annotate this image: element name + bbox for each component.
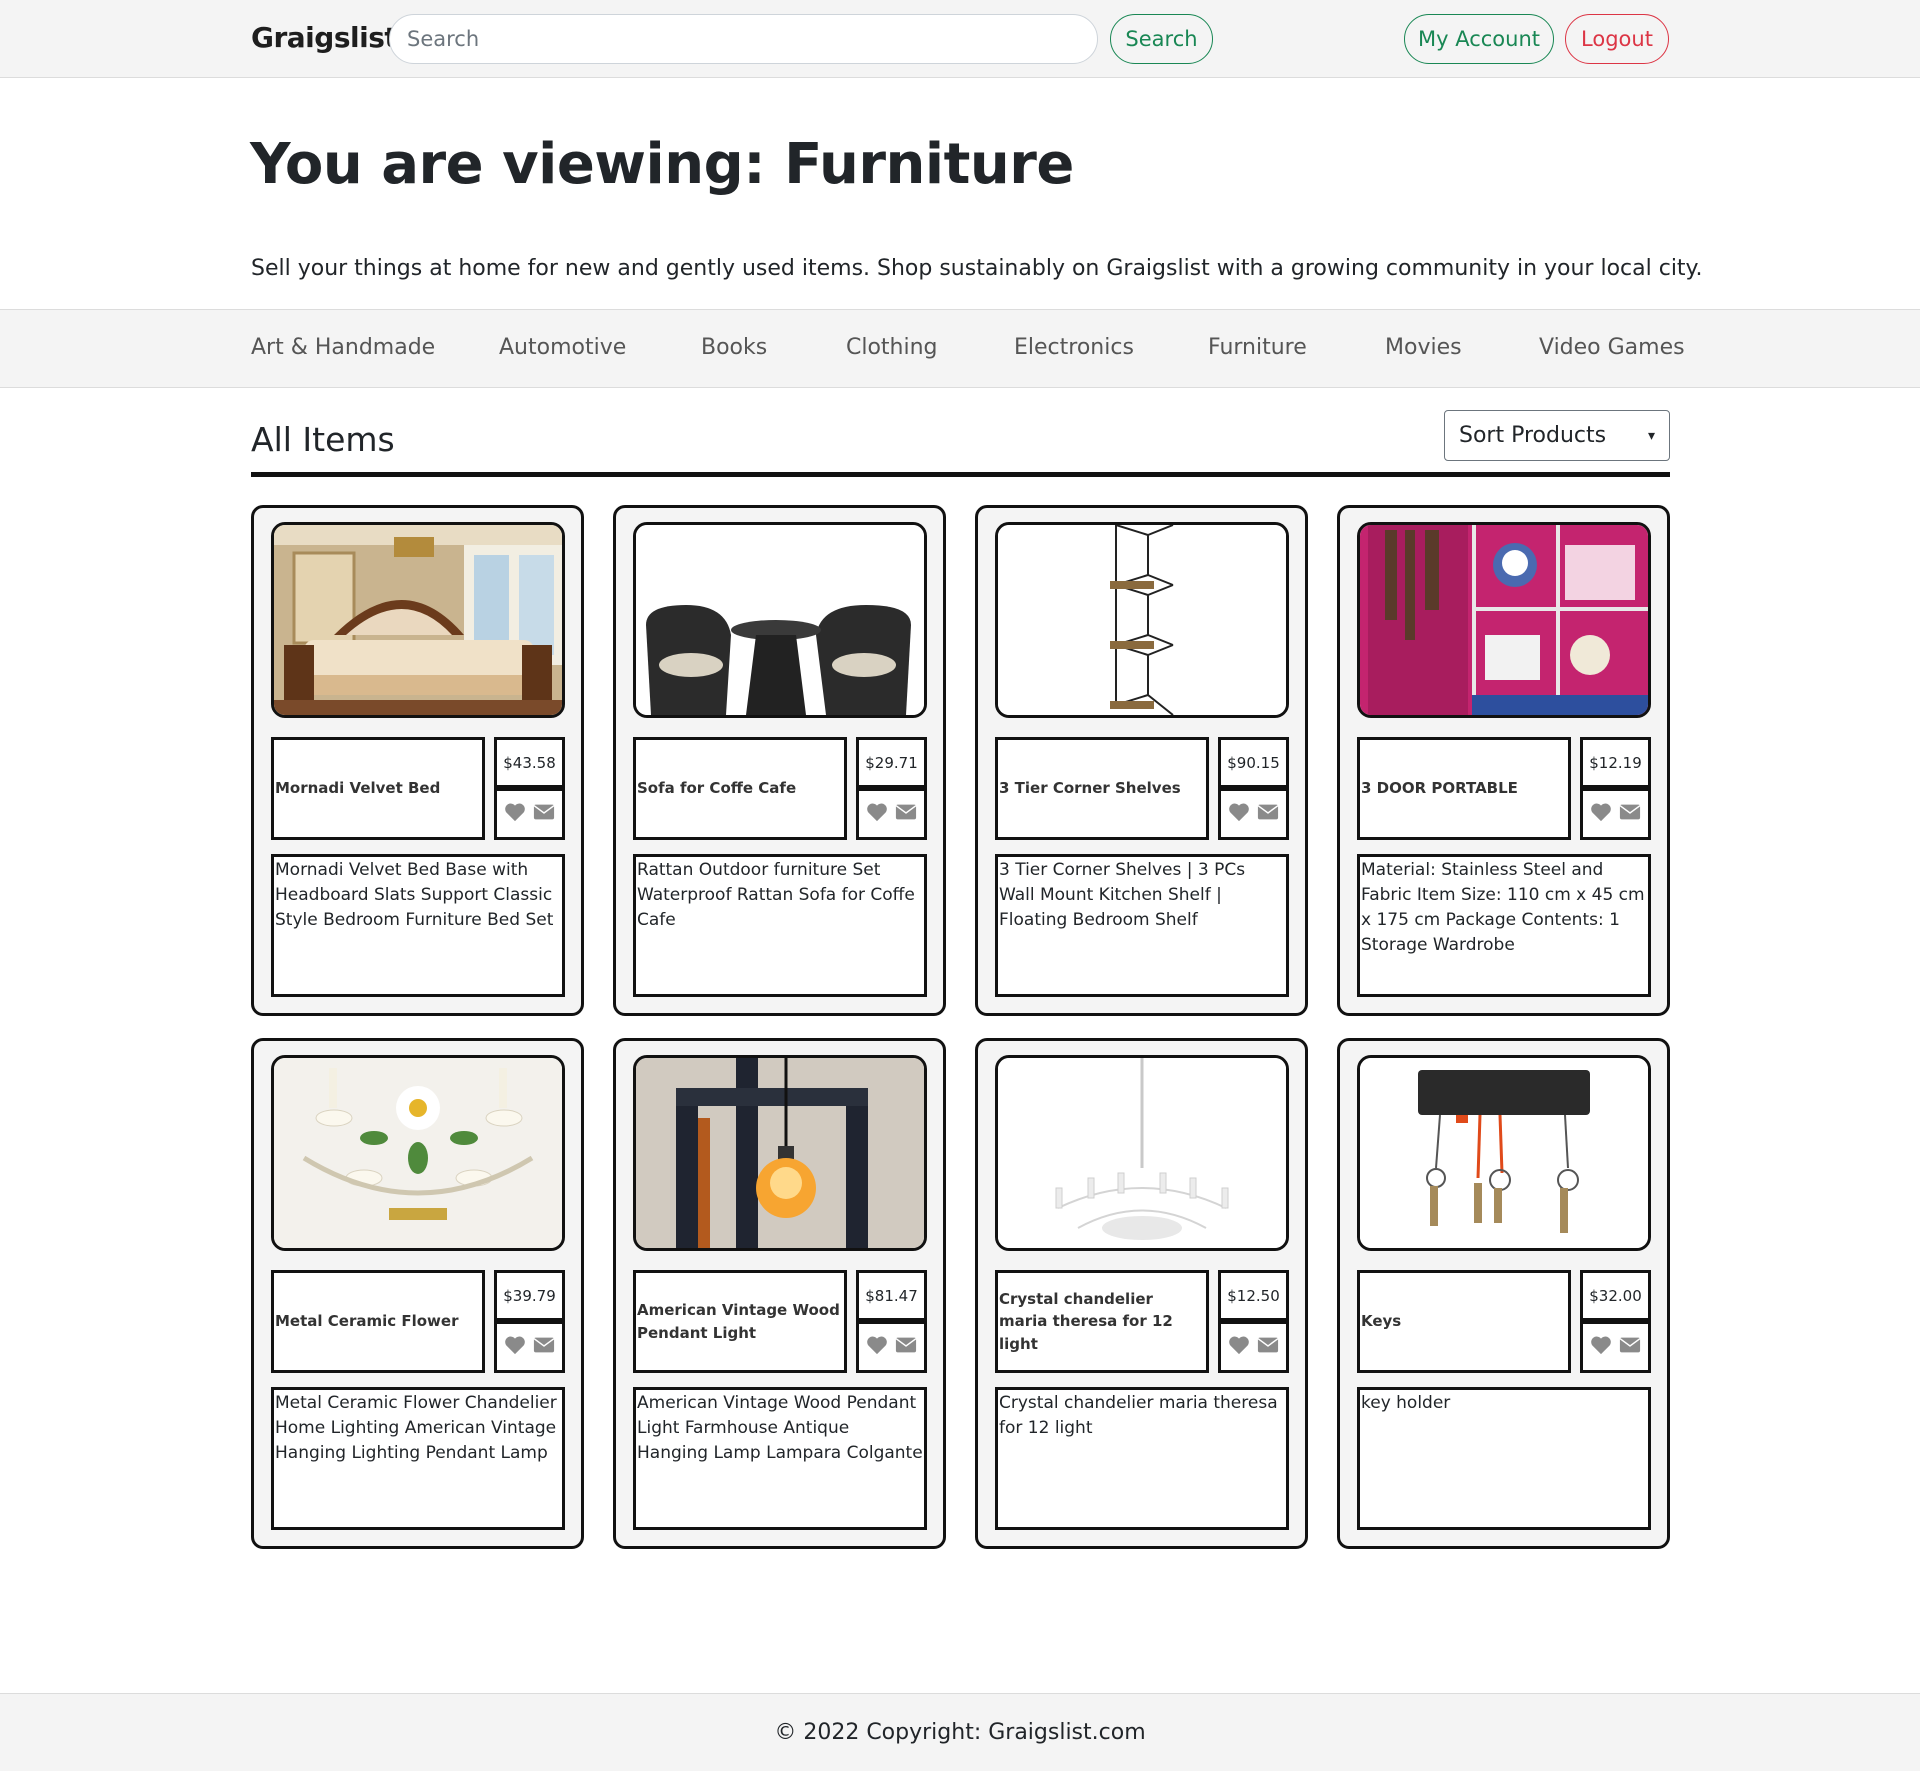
product-card[interactable]: Keys $32.00 key holder xyxy=(1337,1038,1670,1549)
product-card[interactable]: 3 Tier Corner Shelves $90.15 3 Tier Corn… xyxy=(975,505,1308,1016)
product-card[interactable]: Crystal chandelier maria theresa for 12 … xyxy=(975,1038,1308,1549)
product-actions xyxy=(856,788,927,840)
product-price: $12.19 xyxy=(1580,737,1651,788)
product-price: $90.15 xyxy=(1218,737,1289,788)
logout-button[interactable]: Logout xyxy=(1565,14,1669,64)
rattan-chairs-photo[interactable] xyxy=(633,522,927,718)
product-description: Material: Stainless Steel and Fabric Ite… xyxy=(1357,854,1651,997)
product-description: American Vintage Wood Pendant Light Farm… xyxy=(633,1387,927,1530)
category-automotive[interactable]: Automotive xyxy=(499,335,626,360)
wood-pendant-light-photo[interactable] xyxy=(633,1055,927,1251)
product-price: $12.50 xyxy=(1218,1270,1289,1321)
heart-icon[interactable] xyxy=(504,802,526,826)
product-actions xyxy=(856,1321,927,1373)
footer: © 2022 Copyright: Graigslist.com xyxy=(0,1693,1920,1771)
top-navbar: Graigslist Search My Account Logout xyxy=(0,0,1920,78)
product-name: 3 DOOR PORTABLE xyxy=(1357,737,1571,840)
envelope-icon[interactable] xyxy=(895,803,917,825)
product-price: $39.79 xyxy=(494,1270,565,1321)
envelope-icon[interactable] xyxy=(533,1336,555,1358)
product-description: 3 Tier Corner Shelves | 3 PCs Wall Mount… xyxy=(995,854,1289,997)
product-actions xyxy=(1580,788,1651,840)
corner-shelves-photo[interactable] xyxy=(995,522,1289,718)
heart-icon[interactable] xyxy=(1590,802,1612,826)
category-movies[interactable]: Movies xyxy=(1385,335,1462,360)
product-actions xyxy=(494,788,565,840)
envelope-icon[interactable] xyxy=(1619,1336,1641,1358)
crystal-chandelier-photo[interactable] xyxy=(995,1055,1289,1251)
heart-icon[interactable] xyxy=(504,1335,526,1359)
product-price: $43.58 xyxy=(494,737,565,788)
product-name: Keys xyxy=(1357,1270,1571,1373)
my-account-button[interactable]: My Account xyxy=(1404,14,1554,64)
page-description: Sell your things at home for new and gen… xyxy=(251,256,1703,281)
product-name: 3 Tier Corner Shelves xyxy=(995,737,1209,840)
product-card[interactable]: 3 DOOR PORTABLE $12.19 Material: Stainle… xyxy=(1337,505,1670,1016)
product-price: $32.00 xyxy=(1580,1270,1651,1321)
category-video-games[interactable]: Video Games xyxy=(1539,335,1685,360)
category-nav: Art & Handmade Automotive Books Clothing… xyxy=(0,309,1920,388)
sort-products-select[interactable]: Sort Products ▾ xyxy=(1444,410,1670,461)
product-description: Rattan Outdoor furniture Set Waterproof … xyxy=(633,854,927,997)
product-card[interactable]: Mornadi Velvet Bed $43.58 Mornadi Velvet… xyxy=(251,505,584,1016)
product-description: Mornadi Velvet Bed Base with Headboard S… xyxy=(271,854,565,997)
envelope-icon[interactable] xyxy=(1619,803,1641,825)
product-card[interactable]: American Vintage Wood Pendant Light $81.… xyxy=(613,1038,946,1549)
category-art-handmade[interactable]: Art & Handmade xyxy=(251,335,435,360)
page-title: You are viewing: Furniture xyxy=(250,132,1074,197)
heart-icon[interactable] xyxy=(1228,1335,1250,1359)
envelope-icon[interactable] xyxy=(1257,803,1279,825)
section-divider xyxy=(251,472,1670,477)
copyright-text: © 2022 Copyright: Graigslist.com xyxy=(774,1720,1146,1745)
heart-icon[interactable] xyxy=(1590,1335,1612,1359)
chevron-down-icon: ▾ xyxy=(1647,427,1655,444)
category-books[interactable]: Books xyxy=(701,335,767,360)
section-title: All Items xyxy=(251,420,395,459)
product-card[interactable]: Metal Ceramic Flower $39.79 Metal Cerami… xyxy=(251,1038,584,1549)
bed-photo[interactable] xyxy=(271,522,565,718)
product-name: Metal Ceramic Flower xyxy=(271,1270,485,1373)
envelope-icon[interactable] xyxy=(1257,1336,1279,1358)
product-description: Crystal chandelier maria theresa for 12 … xyxy=(995,1387,1289,1530)
heart-icon[interactable] xyxy=(1228,802,1250,826)
search-button[interactable]: Search xyxy=(1110,14,1213,64)
product-actions xyxy=(494,1321,565,1373)
category-clothing[interactable]: Clothing xyxy=(846,335,938,360)
product-actions xyxy=(1218,1321,1289,1373)
product-name: American Vintage Wood Pendant Light xyxy=(633,1270,847,1373)
product-name: Sofa for Coffe Cafe xyxy=(633,737,847,840)
envelope-icon[interactable] xyxy=(895,1336,917,1358)
heart-icon[interactable] xyxy=(866,1335,888,1359)
product-actions xyxy=(1580,1321,1651,1373)
envelope-icon[interactable] xyxy=(533,803,555,825)
search-input[interactable] xyxy=(389,14,1098,64)
key-holder-photo[interactable] xyxy=(1357,1055,1651,1251)
product-price: $29.71 xyxy=(856,737,927,788)
sort-products-label: Sort Products xyxy=(1459,423,1607,448)
product-name: Crystal chandelier maria theresa for 12 … xyxy=(995,1270,1209,1373)
brand-logo[interactable]: Graigslist xyxy=(251,21,398,54)
category-electronics[interactable]: Electronics xyxy=(1014,335,1134,360)
product-description: key holder xyxy=(1357,1387,1651,1530)
flower-chandelier-photo[interactable] xyxy=(271,1055,565,1251)
product-actions xyxy=(1218,788,1289,840)
product-name: Mornadi Velvet Bed xyxy=(271,737,485,840)
category-furniture[interactable]: Furniture xyxy=(1208,335,1307,360)
portable-wardrobe-photo[interactable] xyxy=(1357,522,1651,718)
product-description: Metal Ceramic Flower Chandelier Home Lig… xyxy=(271,1387,565,1530)
heart-icon[interactable] xyxy=(866,802,888,826)
product-price: $81.47 xyxy=(856,1270,927,1321)
product-card[interactable]: Sofa for Coffe Cafe $29.71 Rattan Outdoo… xyxy=(613,505,946,1016)
